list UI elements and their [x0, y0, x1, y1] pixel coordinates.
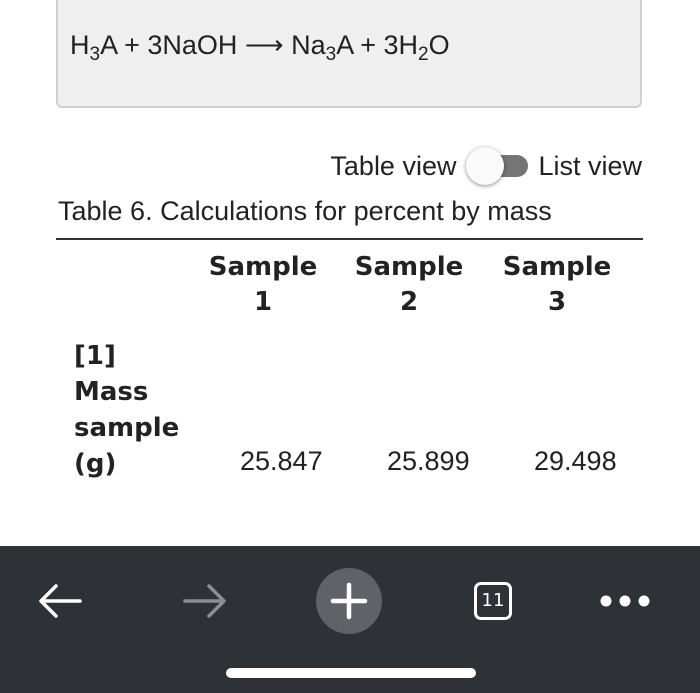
browser-bottom-toolbar: 11	[0, 546, 700, 693]
new-tab-circle	[316, 568, 382, 634]
chemical-equation: H3A + 3NaOH ⟶ Na3A + 3H2O	[70, 30, 450, 65]
plus-icon	[330, 582, 368, 620]
back-arrow-icon	[39, 584, 82, 618]
new-tab-button[interactable]	[314, 568, 384, 634]
more-options-button[interactable]	[590, 568, 660, 634]
row-header-mass-sample: [1] Mass sample (g)	[74, 341, 180, 479]
view-switch[interactable]	[464, 146, 530, 186]
column-header-sample-1: Sample 1	[208, 252, 318, 317]
forward-button[interactable]	[170, 568, 240, 634]
table-view-label[interactable]: Table view	[330, 151, 456, 182]
switch-thumb[interactable]	[466, 147, 505, 185]
column-header-sample-3: Sample 3	[502, 252, 612, 317]
table-cell-mass-sample-2: 25.899	[387, 446, 470, 476]
equation-box: H3A + 3NaOH ⟶ Na3A + 3H2O	[56, 0, 642, 108]
view-toggle: Table view List view	[330, 146, 642, 186]
list-view-label[interactable]: List view	[538, 151, 642, 182]
table-cell-mass-sample-1: 25.847	[240, 446, 323, 476]
reaction-arrow: ⟶	[244, 30, 284, 60]
tab-switcher-icon: 11	[474, 582, 512, 620]
more-dots-icon	[600, 595, 650, 607]
tab-count: 11	[481, 590, 505, 611]
column-header-sample-2: Sample 2	[354, 252, 464, 317]
table-caption: Table 6. Calculations for percent by mas…	[58, 196, 552, 226]
tab-switcher-button[interactable]: 11	[458, 568, 528, 634]
back-button[interactable]	[25, 568, 95, 634]
home-indicator[interactable]	[226, 668, 476, 678]
table-cell-mass-sample-3: 29.498	[534, 446, 617, 476]
forward-arrow-icon	[183, 584, 226, 618]
caption-divider	[56, 238, 643, 240]
